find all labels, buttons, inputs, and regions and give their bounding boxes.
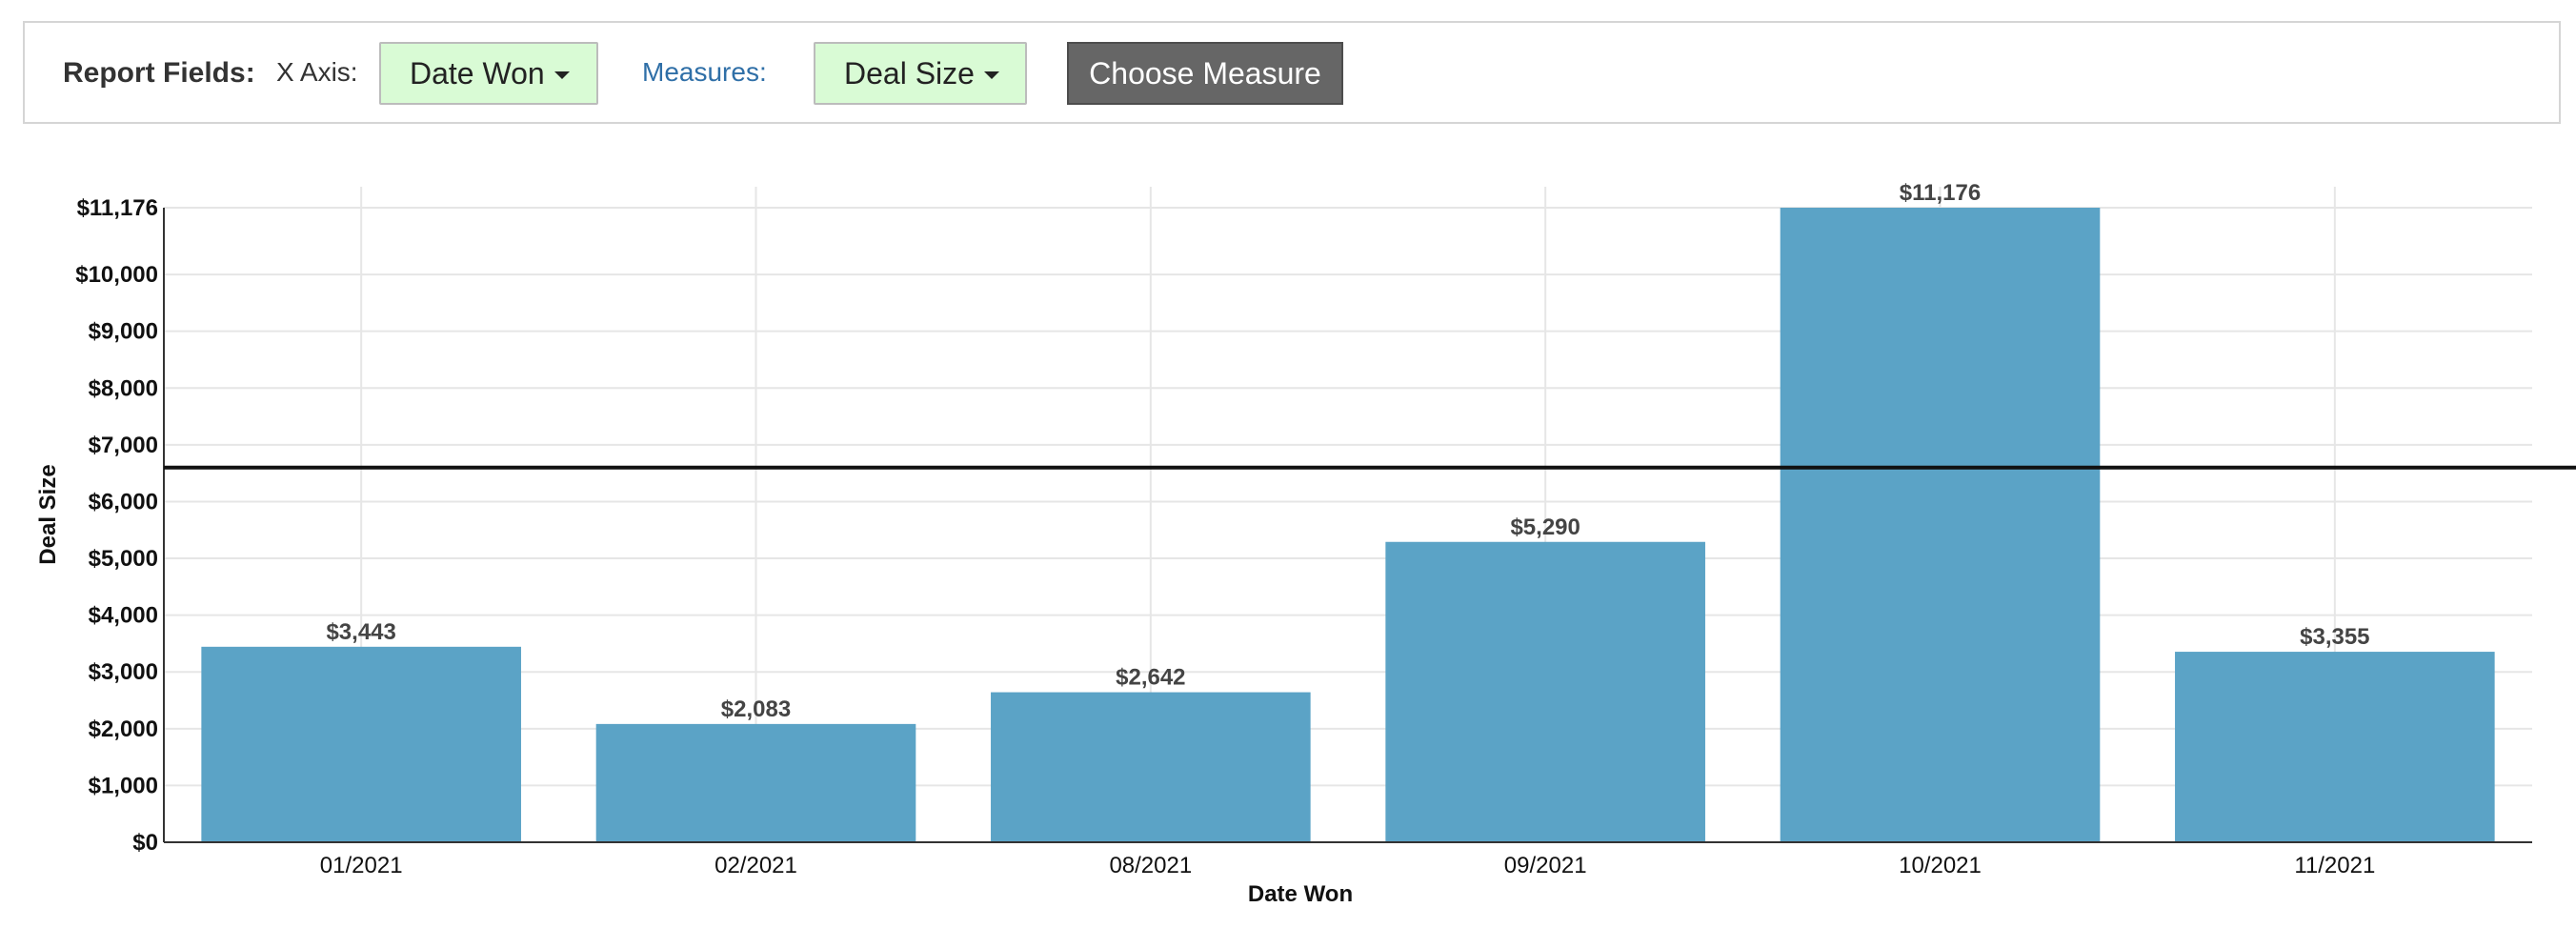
y-tick-label: $3,000 — [89, 659, 158, 685]
x-tick-label: 11/2021 — [2294, 853, 2375, 878]
bar[interactable] — [1780, 208, 2101, 842]
x-tick-label: 02/2021 — [714, 853, 797, 878]
y-tick-label: $1,000 — [89, 773, 158, 798]
x-tick-label: 01/2021 — [320, 853, 403, 878]
x-tick-label: 09/2021 — [1504, 853, 1587, 878]
x-axis-title: Date Won — [1248, 881, 1353, 907]
y-tick-label: $8,000 — [89, 375, 158, 401]
x-tick-label: 10/2021 — [1899, 853, 1982, 878]
bar-data-label: $2,083 — [721, 696, 791, 722]
y-tick-label: $2,000 — [89, 716, 158, 742]
y-tick-label: $6,000 — [89, 489, 158, 514]
bar[interactable] — [991, 692, 1311, 842]
y-tick-label: $0 — [132, 830, 158, 856]
y-tick-label: $11,176 — [77, 195, 158, 221]
bar[interactable] — [595, 723, 916, 842]
y-tick-label: $5,000 — [89, 546, 158, 572]
bar-data-label: $2,642 — [1116, 665, 1185, 691]
y-axis-title: Deal Size — [35, 464, 61, 564]
bar-data-label: $3,443 — [326, 619, 395, 645]
bar[interactable] — [1385, 541, 1705, 842]
y-tick-label: $7,000 — [89, 433, 158, 458]
bar-data-label: $11,176 — [1900, 180, 1981, 206]
chart-bars — [201, 208, 2495, 842]
y-tick-label: $9,000 — [89, 319, 158, 345]
bar[interactable] — [201, 646, 521, 842]
y-tick-label: $4,000 — [89, 603, 158, 629]
x-tick-label: 08/2021 — [1109, 853, 1192, 878]
bar-data-label: $5,290 — [1510, 514, 1580, 540]
bar-data-label: $3,355 — [2300, 624, 2369, 650]
bar[interactable] — [2175, 652, 2495, 842]
bar-chart: $0 $1,000 $2,000 $3,000 $4,000 $5,000 $6,000 $7… — [35, 180, 2576, 907]
y-tick-label: $10,000 — [75, 262, 158, 288]
